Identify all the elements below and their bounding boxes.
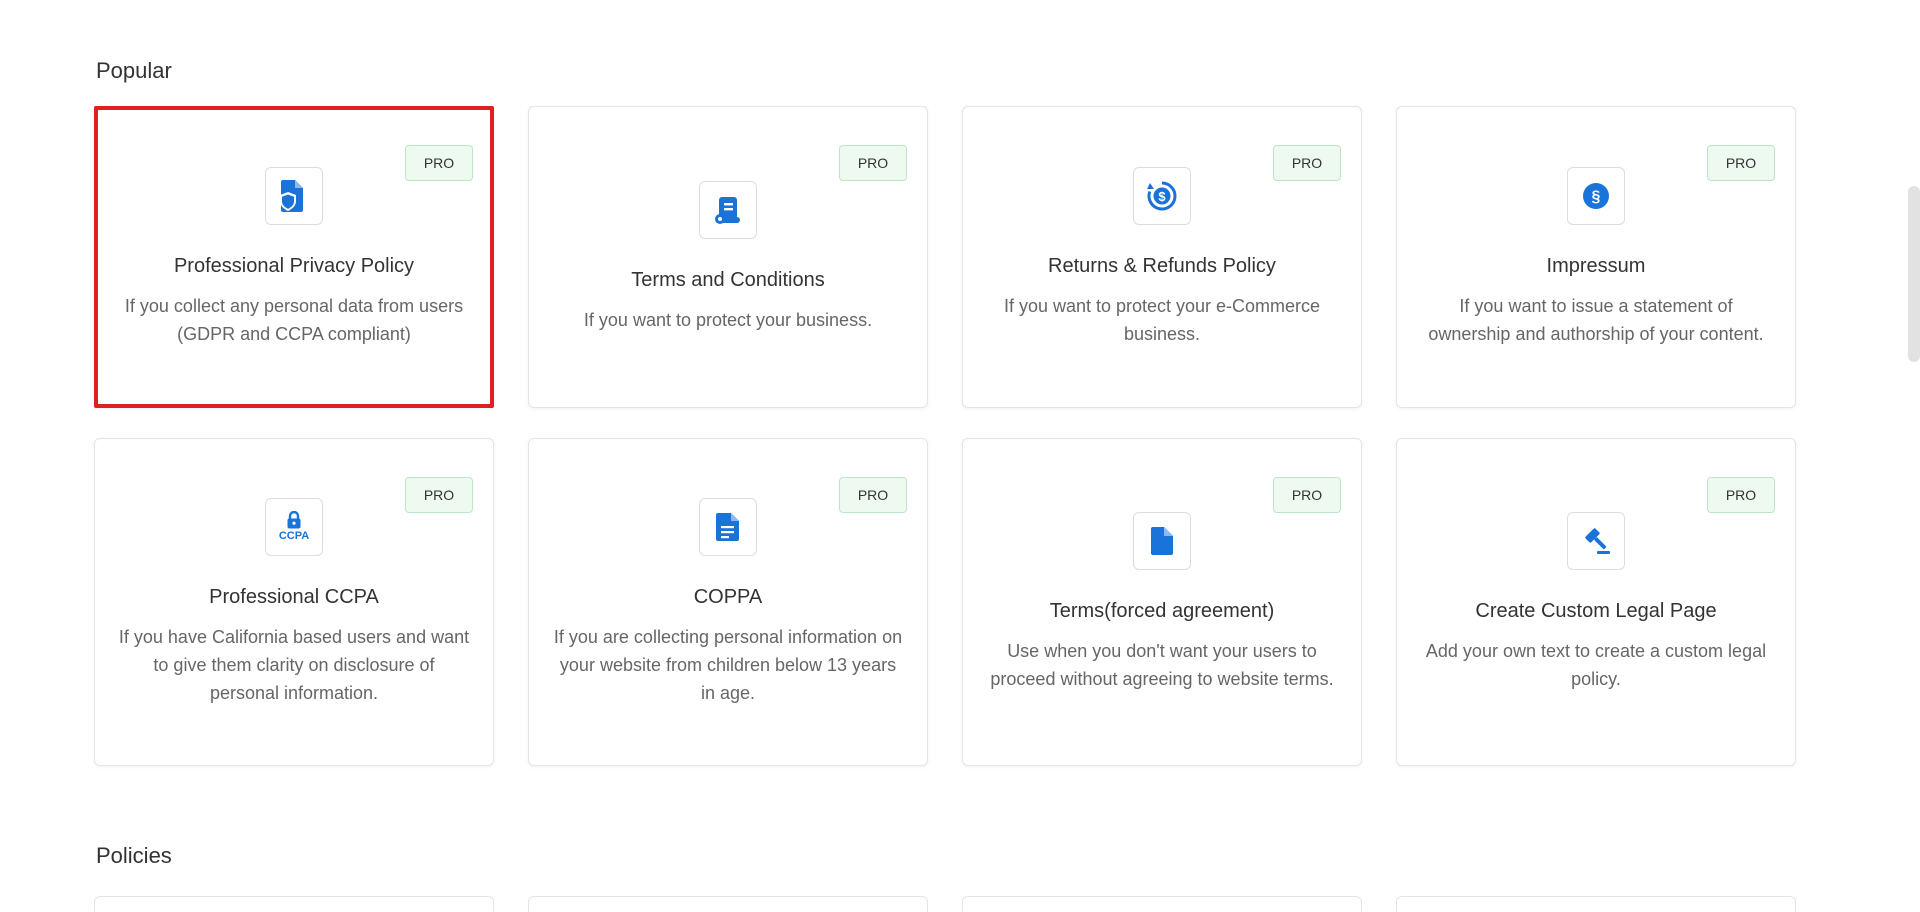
section-sign-icon: § (1567, 166, 1625, 225)
privacy-policy-icon (265, 166, 323, 225)
section-title-policies: Policies (96, 843, 172, 868)
policy-card-partial[interactable] (962, 896, 1362, 912)
pro-badge: PRO (1273, 477, 1341, 513)
card-title: Create Custom Legal Page (1475, 599, 1717, 622)
pro-badge: PRO (839, 477, 907, 513)
file-icon (1133, 511, 1191, 570)
pro-badge: PRO (1707, 145, 1775, 181)
card-title: Professional CCPA (209, 585, 379, 608)
gavel-icon (1567, 511, 1625, 570)
svg-text:§: § (1592, 188, 1601, 205)
card-title: Professional Privacy Policy (173, 254, 415, 277)
card-description: If you collect any personal data from us… (124, 295, 464, 344)
popular-grid: PRO Professional Privacy Policy If you c… (94, 106, 1796, 766)
card-title: COPPA (693, 585, 763, 608)
card-description: If you want to issue a statement of owne… (1428, 295, 1764, 344)
pro-badge: PRO (405, 145, 473, 181)
policy-card-partial[interactable] (94, 896, 494, 912)
document-icon (699, 497, 757, 556)
pro-badge: PRO (1273, 145, 1341, 181)
card-coppa[interactable]: PRO COPPA If you are collecting personal… (528, 438, 928, 766)
card-impressum[interactable]: PRO § Impressum If you want to issue a s… (1396, 106, 1796, 408)
card-returns-refunds-policy[interactable]: PRO $ Returns & Refunds Policy If you wa… (962, 106, 1362, 408)
policy-card-partial[interactable] (1396, 896, 1796, 912)
card-terms-forced-agreement[interactable]: PRO Terms(forced agreement) Use when you… (962, 438, 1362, 766)
scroll-icon (699, 180, 757, 239)
card-title: Terms(forced agreement) (1049, 599, 1275, 622)
refund-icon: $ (1133, 166, 1191, 225)
page: Popular PRO Professional Privacy Policy … (0, 0, 1920, 912)
ccpa-icon-label: CCPA (278, 530, 310, 542)
section-title-popular: Popular (96, 58, 172, 83)
svg-text:$: $ (1158, 189, 1166, 204)
ccpa-lock-icon: CCPA (265, 497, 323, 556)
card-professional-privacy-policy[interactable]: PRO Professional Privacy Policy If you c… (94, 106, 494, 408)
card-title: Impressum (1546, 254, 1646, 277)
pro-badge: PRO (839, 145, 907, 181)
card-terms-and-conditions[interactable]: PRO Terms and Conditions If you want to … (528, 106, 928, 408)
scrollbar-thumb[interactable] (1908, 186, 1920, 362)
card-professional-ccpa[interactable]: PRO CCPA Professional CCPA If you have C… (94, 438, 494, 766)
card-title: Returns & Refunds Policy (1048, 254, 1276, 277)
card-description: Use when you don't want your users to pr… (990, 640, 1334, 689)
policy-card-partial[interactable] (528, 896, 928, 912)
card-create-custom-legal-page[interactable]: PRO Create Custom Legal Page Add your ow… (1396, 438, 1796, 766)
card-description: If you are collecting personal informati… (553, 626, 903, 703)
pro-badge: PRO (405, 477, 473, 513)
card-description: If you have California based users and w… (118, 626, 470, 703)
pro-badge: PRO (1707, 477, 1775, 513)
card-title: Terms and Conditions (631, 268, 825, 291)
card-description: If you want to protect your business. (583, 309, 873, 330)
card-description: If you want to protect your e-Commerce b… (1003, 295, 1321, 344)
card-description: Add your own text to create a custom leg… (1425, 640, 1767, 689)
